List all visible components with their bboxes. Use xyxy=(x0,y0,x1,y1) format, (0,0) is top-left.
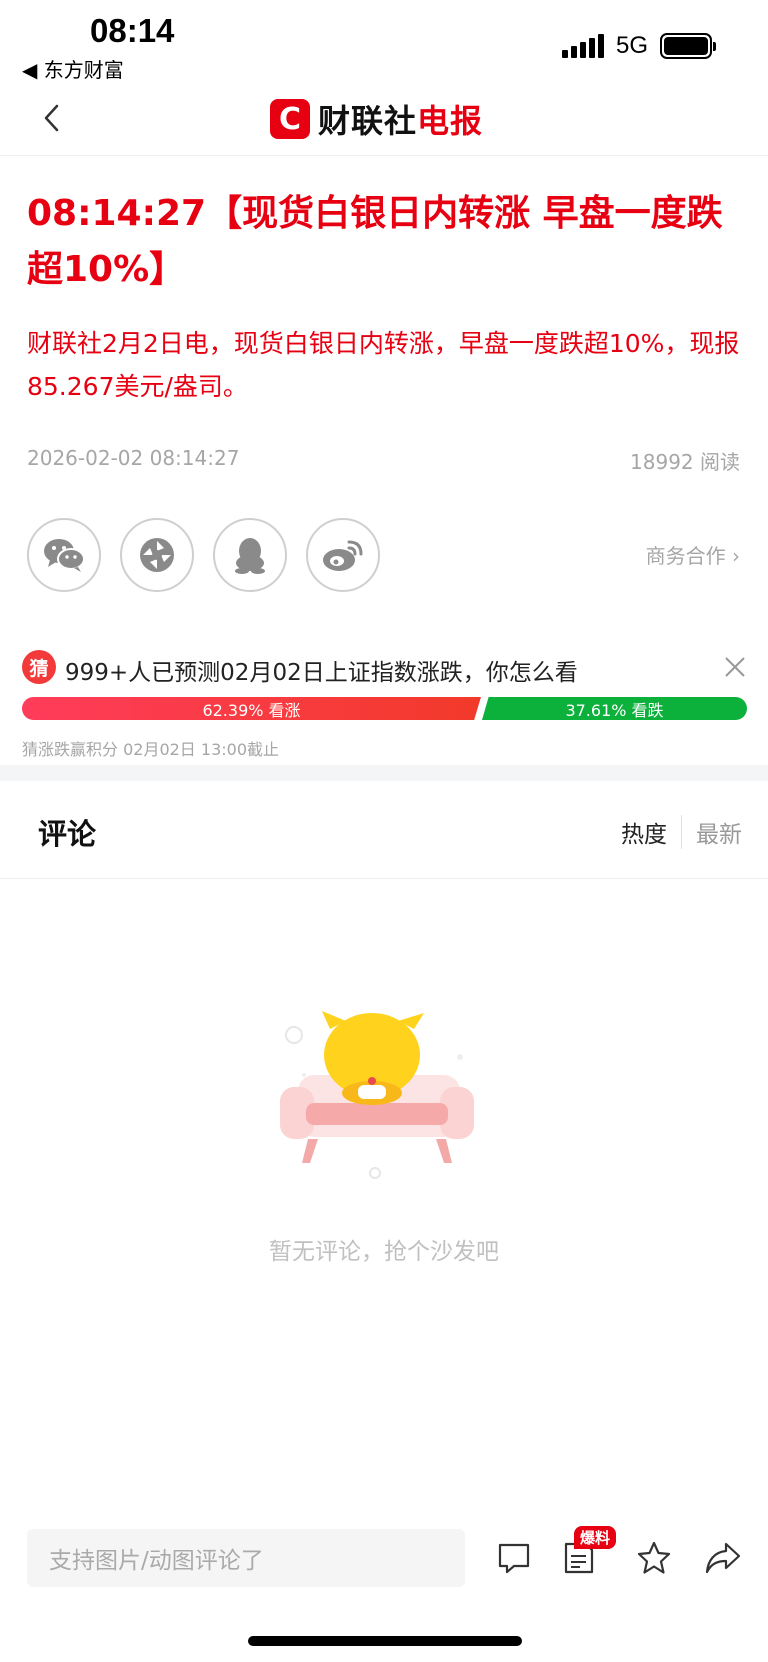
sort-new-tab[interactable]: 最新 xyxy=(682,815,742,849)
article-date: 2026-02-02 08:14:27 xyxy=(27,446,240,470)
comment-input[interactable]: 支持图片/动图评论了 xyxy=(27,1529,465,1587)
comments-header: 评论 热度 最新 xyxy=(0,781,768,879)
business-cooperation-link[interactable]: 商务合作 › xyxy=(646,540,740,569)
share-icon xyxy=(705,1542,741,1574)
close-button[interactable] xyxy=(722,654,748,680)
article-headline: 08:14:27【现货白银日内转涨 早盘一度跌超10%】 xyxy=(27,193,723,290)
nav-bar: C 财联社电报 xyxy=(0,84,768,156)
comment-icon xyxy=(498,1543,530,1574)
logo-text-red: 电报 xyxy=(417,102,484,140)
status-bar: 08:14 ◀ 东方财富 5G xyxy=(0,0,768,82)
read-count: 18992 阅读 xyxy=(630,450,740,474)
home-indicator xyxy=(248,1636,522,1646)
share-wechat-button[interactable] xyxy=(27,518,101,592)
wechat-icon xyxy=(44,539,85,572)
prediction-footer: 猜涨跌赢积分 02月02日 13:00截止 xyxy=(22,740,280,759)
chevron-left-icon xyxy=(44,104,59,132)
share-qq-button[interactable] xyxy=(213,518,287,592)
favorite-button[interactable] xyxy=(636,1540,674,1578)
back-button[interactable] xyxy=(32,98,72,138)
sort-hot-tab[interactable]: 热度 xyxy=(621,815,682,849)
signal-icon xyxy=(561,34,604,58)
comments-title: 评论 xyxy=(38,817,97,851)
prediction-bar: 62.39% 看涨 37.61% 看跌 xyxy=(22,697,747,720)
share-row: 商务合作 › xyxy=(27,518,740,593)
share-button[interactable] xyxy=(704,1540,742,1578)
prediction-question: 999+人已预测02月02日上证指数涨跌，你怎么看 xyxy=(65,660,578,686)
tip-badge: 爆料 xyxy=(574,1526,617,1549)
battery-icon xyxy=(660,33,716,59)
weibo-icon xyxy=(323,540,363,571)
status-indicators: 5G xyxy=(561,30,716,62)
qq-icon xyxy=(235,538,265,574)
bottom-bar: 支持图片/动图评论了 爆料 xyxy=(0,1510,768,1662)
guess-badge: 猜 xyxy=(22,650,56,684)
section-divider xyxy=(0,765,768,781)
vote-down-bar[interactable]: 37.61% 看跌 xyxy=(482,697,747,720)
empty-comments-text: 暂无评论，抢个沙发吧 xyxy=(269,1239,499,1265)
logo-text: 财联社电报 xyxy=(318,96,483,142)
article-body: 财联社2月2日电，现货白银日内转涨，早盘一度跌超10%，现报85.267美元/盎… xyxy=(27,329,740,401)
moments-icon xyxy=(140,538,174,572)
status-time: 08:14 xyxy=(90,12,175,49)
network-type: 5G xyxy=(615,32,648,59)
back-to-app-link[interactable]: ◀ 东方财富 xyxy=(22,54,124,83)
vote-up-bar[interactable]: 62.39% 看涨 xyxy=(22,697,481,720)
logo-mark: C xyxy=(270,99,310,139)
comment-sort-tabs: 热度 最新 xyxy=(621,815,742,849)
article-meta: 2026-02-02 08:14:27 18992 阅读 xyxy=(27,446,740,475)
share-weibo-button[interactable] xyxy=(306,518,380,592)
cls-logo: C 财联社电报 xyxy=(270,96,483,142)
comments-button[interactable] xyxy=(496,1540,534,1578)
prediction-card: 猜 999+人已预测02月02日上证指数涨跌，你怎么看 62.39% 看涨 37… xyxy=(0,640,768,765)
logo-text-black: 财联社 xyxy=(318,102,418,140)
share-moments-button[interactable] xyxy=(120,518,194,592)
empty-comments-illustration xyxy=(280,1005,490,1180)
close-icon xyxy=(725,657,745,677)
star-icon xyxy=(637,1541,671,1574)
